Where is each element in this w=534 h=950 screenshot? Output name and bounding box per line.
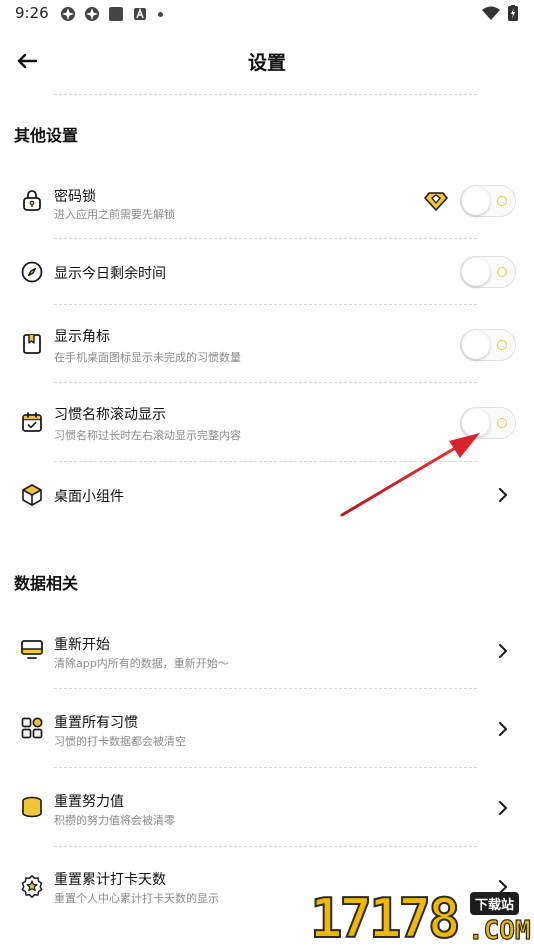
password-lock-toggle[interactable]: [460, 185, 516, 217]
divider: [54, 304, 477, 305]
divider: [54, 846, 477, 847]
compass-icon: [21, 261, 43, 283]
toggle-knob: [462, 258, 490, 286]
chevron-right-icon[interactable]: [496, 488, 510, 502]
row-title: 桌面小组件: [54, 489, 124, 505]
row-title: 显示角标: [54, 329, 110, 345]
badge-toggle[interactable]: [460, 329, 516, 361]
divider: [54, 94, 477, 95]
row-title: 重置努力值: [54, 794, 124, 810]
setting-row-remaining-time[interactable]: 显示今日剩余时间: [0, 252, 534, 292]
cube-icon: [22, 484, 42, 506]
divider: [54, 382, 477, 383]
row-subtitle: 习惯的打卡数据都会被清空: [54, 735, 186, 748]
divider: [54, 461, 477, 462]
page-title: 设置: [247, 52, 286, 74]
row-title: 习惯名称滚动显示: [54, 407, 166, 423]
diamond-icon: [424, 192, 448, 211]
row-title: 重置累计打卡天数: [54, 872, 166, 888]
row-title: 重置所有习惯: [54, 715, 138, 731]
toggle-indicator: [497, 418, 507, 428]
row-title: 密码锁: [54, 189, 96, 205]
dot-icon: [158, 11, 163, 17]
divider: [54, 238, 477, 239]
row-subtitle: 习惯名称过长时左右滚动显示完整内容: [54, 429, 241, 442]
watermark-logo: 17178 下载站 .COM: [309, 887, 534, 950]
chevron-right-icon[interactable]: [496, 722, 510, 736]
row-title: 重新开始: [54, 637, 110, 653]
app-notification-icon: [61, 7, 75, 21]
setting-row-reset-effort[interactable]: 重置努力值 积攒的努力值将会被清零: [0, 783, 534, 833]
grid-icon: [21, 717, 43, 739]
setting-row-badge[interactable]: 显示角标 在手机桌面图标显示未完成的习惯数量: [0, 320, 534, 370]
toggle-indicator: [497, 196, 507, 206]
row-subtitle: 积攒的努力值将会被清零: [54, 814, 175, 827]
toggle-indicator: [497, 340, 507, 350]
wifi-icon: [482, 6, 500, 20]
section-title-other: 其他设置: [14, 126, 79, 145]
app-notification-icon: [85, 7, 99, 21]
toggle-knob: [462, 187, 490, 215]
setting-row-widget[interactable]: 桌面小组件: [0, 476, 534, 516]
row-subtitle: 进入应用之前需要先解锁: [54, 208, 175, 221]
status-system-icons: [482, 5, 518, 21]
coins-icon: [22, 796, 42, 818]
section-title-data: 数据相关: [14, 574, 79, 593]
divider: [54, 767, 477, 768]
status-time: 9:26: [15, 4, 49, 22]
row-subtitle: 在手机桌面图标显示未完成的习惯数量: [54, 351, 241, 364]
row-title: 显示今日剩余时间: [54, 266, 166, 282]
scroll-name-toggle[interactable]: [460, 407, 516, 439]
divider: [54, 688, 477, 689]
watermark-digits: 17178: [309, 887, 462, 950]
setting-row-reset-habits[interactable]: 重置所有习惯 习惯的打卡数据都会被清空: [0, 704, 534, 754]
toggle-indicator: [497, 267, 507, 277]
setting-row-scroll-name[interactable]: 习惯名称滚动显示 习惯名称过长时左右滚动显示完整内容: [0, 398, 534, 448]
square-app-icon: [109, 7, 123, 21]
font-app-icon: [134, 7, 146, 20]
setting-row-restart[interactable]: 重新开始 清除app内所有的数据，重新开始～: [0, 626, 534, 676]
monitor-icon: [21, 640, 43, 659]
lock-icon: [23, 190, 41, 211]
row-subtitle: 清除app内所有的数据，重新开始～: [54, 657, 229, 670]
star-badge-icon: [21, 875, 43, 898]
toggle-knob: [462, 409, 490, 437]
row-subtitle: 重置个人中心累计打卡天数的显示: [54, 892, 219, 905]
toggle-knob: [462, 331, 490, 359]
header: 设置: [0, 38, 534, 84]
remaining-time-toggle[interactable]: [460, 256, 516, 288]
calendar-check-icon: [22, 412, 42, 432]
bookmark-icon: [23, 334, 41, 354]
watermark-suffix: .COM: [467, 915, 531, 946]
status-notification-icons: [60, 6, 163, 22]
status-bar: 9:26: [0, 0, 534, 30]
battery-charging-icon: [508, 5, 518, 21]
chevron-right-icon[interactable]: [496, 801, 510, 815]
chevron-right-icon[interactable]: [496, 644, 510, 658]
watermark-badge: 下载站: [470, 892, 520, 915]
setting-row-password-lock[interactable]: 密码锁 进入应用之前需要先解锁: [0, 176, 534, 226]
